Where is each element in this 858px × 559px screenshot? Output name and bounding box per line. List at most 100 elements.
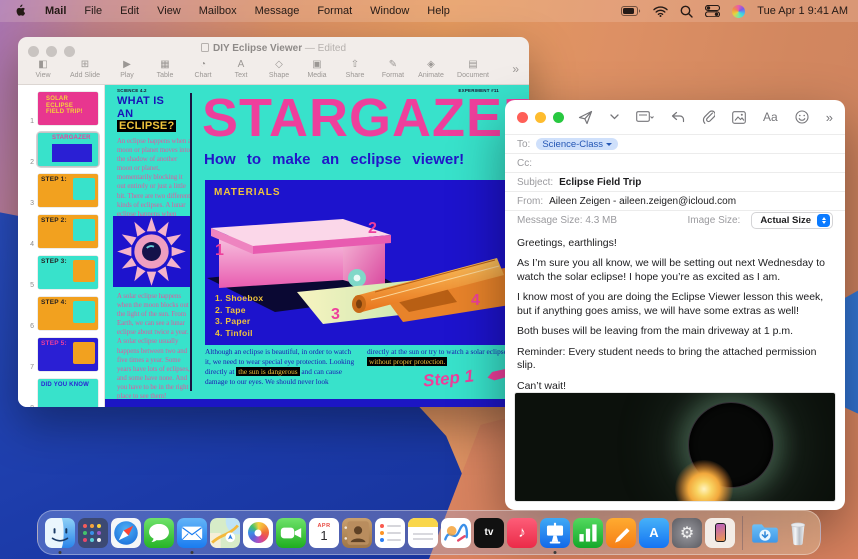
slide-thumbnail[interactable]: SOLAR ECLIPSE FIELD TRIP! <box>38 92 98 125</box>
menu-item[interactable]: Edit <box>111 5 148 17</box>
send-icon[interactable] <box>578 110 593 125</box>
dock-safari[interactable] <box>111 518 141 548</box>
menu-item[interactable]: Message <box>246 5 309 17</box>
keynote-toolbar-button[interactable]: ⇧ Share <box>336 60 374 79</box>
menu-item[interactable]: Mail <box>36 5 75 17</box>
eclipse-photo-attachment[interactable] <box>515 393 835 501</box>
dock-pages[interactable] <box>606 518 636 548</box>
slide-thumbnail-row[interactable]: 8 DID YOU KNOW <box>18 377 104 407</box>
slide-thumbnail[interactable]: DID YOU KNOW <box>38 379 98 407</box>
dock-calendar[interactable]: APR 1 <box>309 518 339 548</box>
keynote-window[interactable]: DIY Eclipse Viewer — Edited ◧ View ⊞ Add… <box>18 37 529 407</box>
keynote-toolbar-overflow-button[interactable]: » <box>512 62 519 76</box>
keynote-toolbar-button[interactable]: ✎ Format <box>374 60 412 79</box>
menu-item[interactable]: File <box>75 5 111 17</box>
format-text-icon[interactable]: Aa <box>763 110 778 124</box>
keynote-toolbar-button[interactable]: ▣ Media <box>298 60 336 79</box>
minimize-button[interactable] <box>535 112 546 123</box>
insert-photo-icon[interactable] <box>732 111 746 124</box>
mail-compose-window[interactable]: Aa » To: Science-Class Cc: Subject: Ecli… <box>505 100 845 510</box>
battery-icon[interactable] <box>621 6 641 16</box>
slide-thumbnail[interactable]: STEP 5: <box>38 338 98 371</box>
message-body[interactable]: Greetings, earthlings!As I’m sure you al… <box>505 229 845 389</box>
slide-thumbnail-row[interactable]: 2 STARGAZER <box>18 131 104 168</box>
siri-icon[interactable] <box>732 5 745 18</box>
slide-thumbnail-row[interactable]: 4 STEP 2: <box>18 213 104 250</box>
dock-facetime[interactable] <box>276 518 306 548</box>
dock-reminders[interactable] <box>375 518 405 548</box>
mail-window-controls[interactable] <box>517 112 564 123</box>
dock-tv[interactable]: tv <box>474 518 504 548</box>
search-icon[interactable] <box>680 5 693 18</box>
menu-item[interactable]: Window <box>361 5 418 17</box>
dock-contacts[interactable] <box>342 518 372 548</box>
attach-icon[interactable] <box>702 110 715 125</box>
keynote-window-controls[interactable] <box>28 46 75 57</box>
keynote-toolbar-button[interactable]: ◔ Chart <box>184 60 222 79</box>
from-field[interactable]: From: Aileen Zeigen - aileen.zeigen@iclo… <box>505 191 845 210</box>
image-size-select[interactable]: Actual Size <box>751 212 833 229</box>
header-fields-icon[interactable] <box>636 111 654 124</box>
subject-field[interactable]: Subject: Eclipse Field Trip <box>505 172 845 191</box>
dock-messages[interactable] <box>144 518 174 548</box>
dock-settings[interactable]: ⚙ <box>672 518 702 548</box>
keynote-toolbar-button[interactable]: ◧ View <box>24 60 62 79</box>
close-button[interactable] <box>517 112 528 123</box>
keynote-toolbar-button[interactable]: ◈ Animate <box>412 60 450 79</box>
dock-music[interactable]: ♪ <box>507 518 537 548</box>
chevron-down-icon[interactable] <box>610 114 619 120</box>
slide-thumbnail-row[interactable]: 1 SOLAR ECLIPSE FIELD TRIP! <box>18 90 104 127</box>
dock-photos[interactable] <box>243 518 273 548</box>
slide-canvas[interactable]: SCIENCE 4.2 EXPERIMENT #11 WHAT IS AN EC… <box>105 85 529 407</box>
apple-menu-icon[interactable] <box>16 4 28 18</box>
slide-thumbnail[interactable]: STEP 3: <box>38 256 98 289</box>
menu-item[interactable]: Help <box>418 5 459 17</box>
more-toolbar-icon[interactable]: » <box>826 110 833 125</box>
to-field[interactable]: To: Science-Class <box>505 134 845 153</box>
dock-maps[interactable] <box>210 518 240 548</box>
dock-launchpad[interactable] <box>78 518 108 548</box>
slide-thumbnail-row[interactable]: 3 STEP 1: <box>18 172 104 209</box>
zoom-button[interactable] <box>553 112 564 123</box>
dock-trash[interactable] <box>783 518 813 548</box>
menu-item[interactable]: View <box>148 5 190 17</box>
sun-illustration <box>113 216 190 287</box>
dock-mail[interactable] <box>177 518 207 548</box>
reply-icon[interactable] <box>671 111 685 123</box>
menu-item[interactable]: Format <box>308 5 361 17</box>
keynote-toolbar-button[interactable]: A Text <box>222 60 260 79</box>
dock-finder[interactable] <box>45 518 75 548</box>
slide-thumbnail-row[interactable]: 5 STEP 3: <box>18 254 104 291</box>
cc-field[interactable]: Cc: <box>505 153 845 172</box>
keynote-toolbar-button[interactable]: ▶ Play <box>108 60 146 79</box>
recipient-token[interactable]: Science-Class <box>536 138 618 150</box>
dock-numbers[interactable] <box>573 518 603 548</box>
app-store-logo: A <box>649 525 658 540</box>
slide-thumbnail-row[interactable]: 6 STEP 4: <box>18 295 104 332</box>
slide-thumbnail[interactable]: STEP 1: <box>38 174 98 207</box>
dock-downloads[interactable] <box>750 518 780 548</box>
dock-iphone-mirroring[interactable] <box>705 518 735 548</box>
slide-thumbnail[interactable]: STEP 2: <box>38 215 98 248</box>
keynote-toolbar-button[interactable]: ⊞ Add Slide <box>62 60 108 79</box>
body-paragraph: As I’m sure you all know, we will be set… <box>517 257 833 284</box>
menu-item[interactable]: Mailbox <box>190 5 246 17</box>
body-paragraph: Reminder: Every student needs to bring t… <box>517 346 833 373</box>
slide-thumbnail-row[interactable]: 7 STEP 5: <box>18 336 104 373</box>
control-center-icon[interactable] <box>705 5 720 17</box>
dock-notes[interactable] <box>408 518 438 548</box>
slide-thumbnail[interactable]: STEP 4: <box>38 297 98 330</box>
keynote-toolbar-button[interactable]: ▦ Table <box>146 60 184 79</box>
calendar-day: 1 <box>320 529 327 543</box>
slide-thumbnail[interactable]: STARGAZER <box>38 133 98 166</box>
keynote-toolbar-button[interactable]: ▤ Document <box>450 60 496 79</box>
wifi-icon[interactable] <box>653 6 668 17</box>
dock-freeform[interactable] <box>441 518 471 548</box>
keynote-toolbar-button[interactable]: ◇ Shape <box>260 60 298 79</box>
slide-navigator[interactable]: 1 SOLAR ECLIPSE FIELD TRIP! 2 STARGAZER <box>18 85 105 407</box>
keynote-titlebar[interactable]: DIY Eclipse Viewer — Edited <box>18 37 529 54</box>
dock-app-store[interactable]: A <box>639 518 669 548</box>
emoji-icon[interactable] <box>795 110 809 124</box>
menu-bar-clock[interactable]: Tue Apr 1 9:41 AM <box>757 5 848 17</box>
dock-keynote[interactable] <box>540 518 570 548</box>
